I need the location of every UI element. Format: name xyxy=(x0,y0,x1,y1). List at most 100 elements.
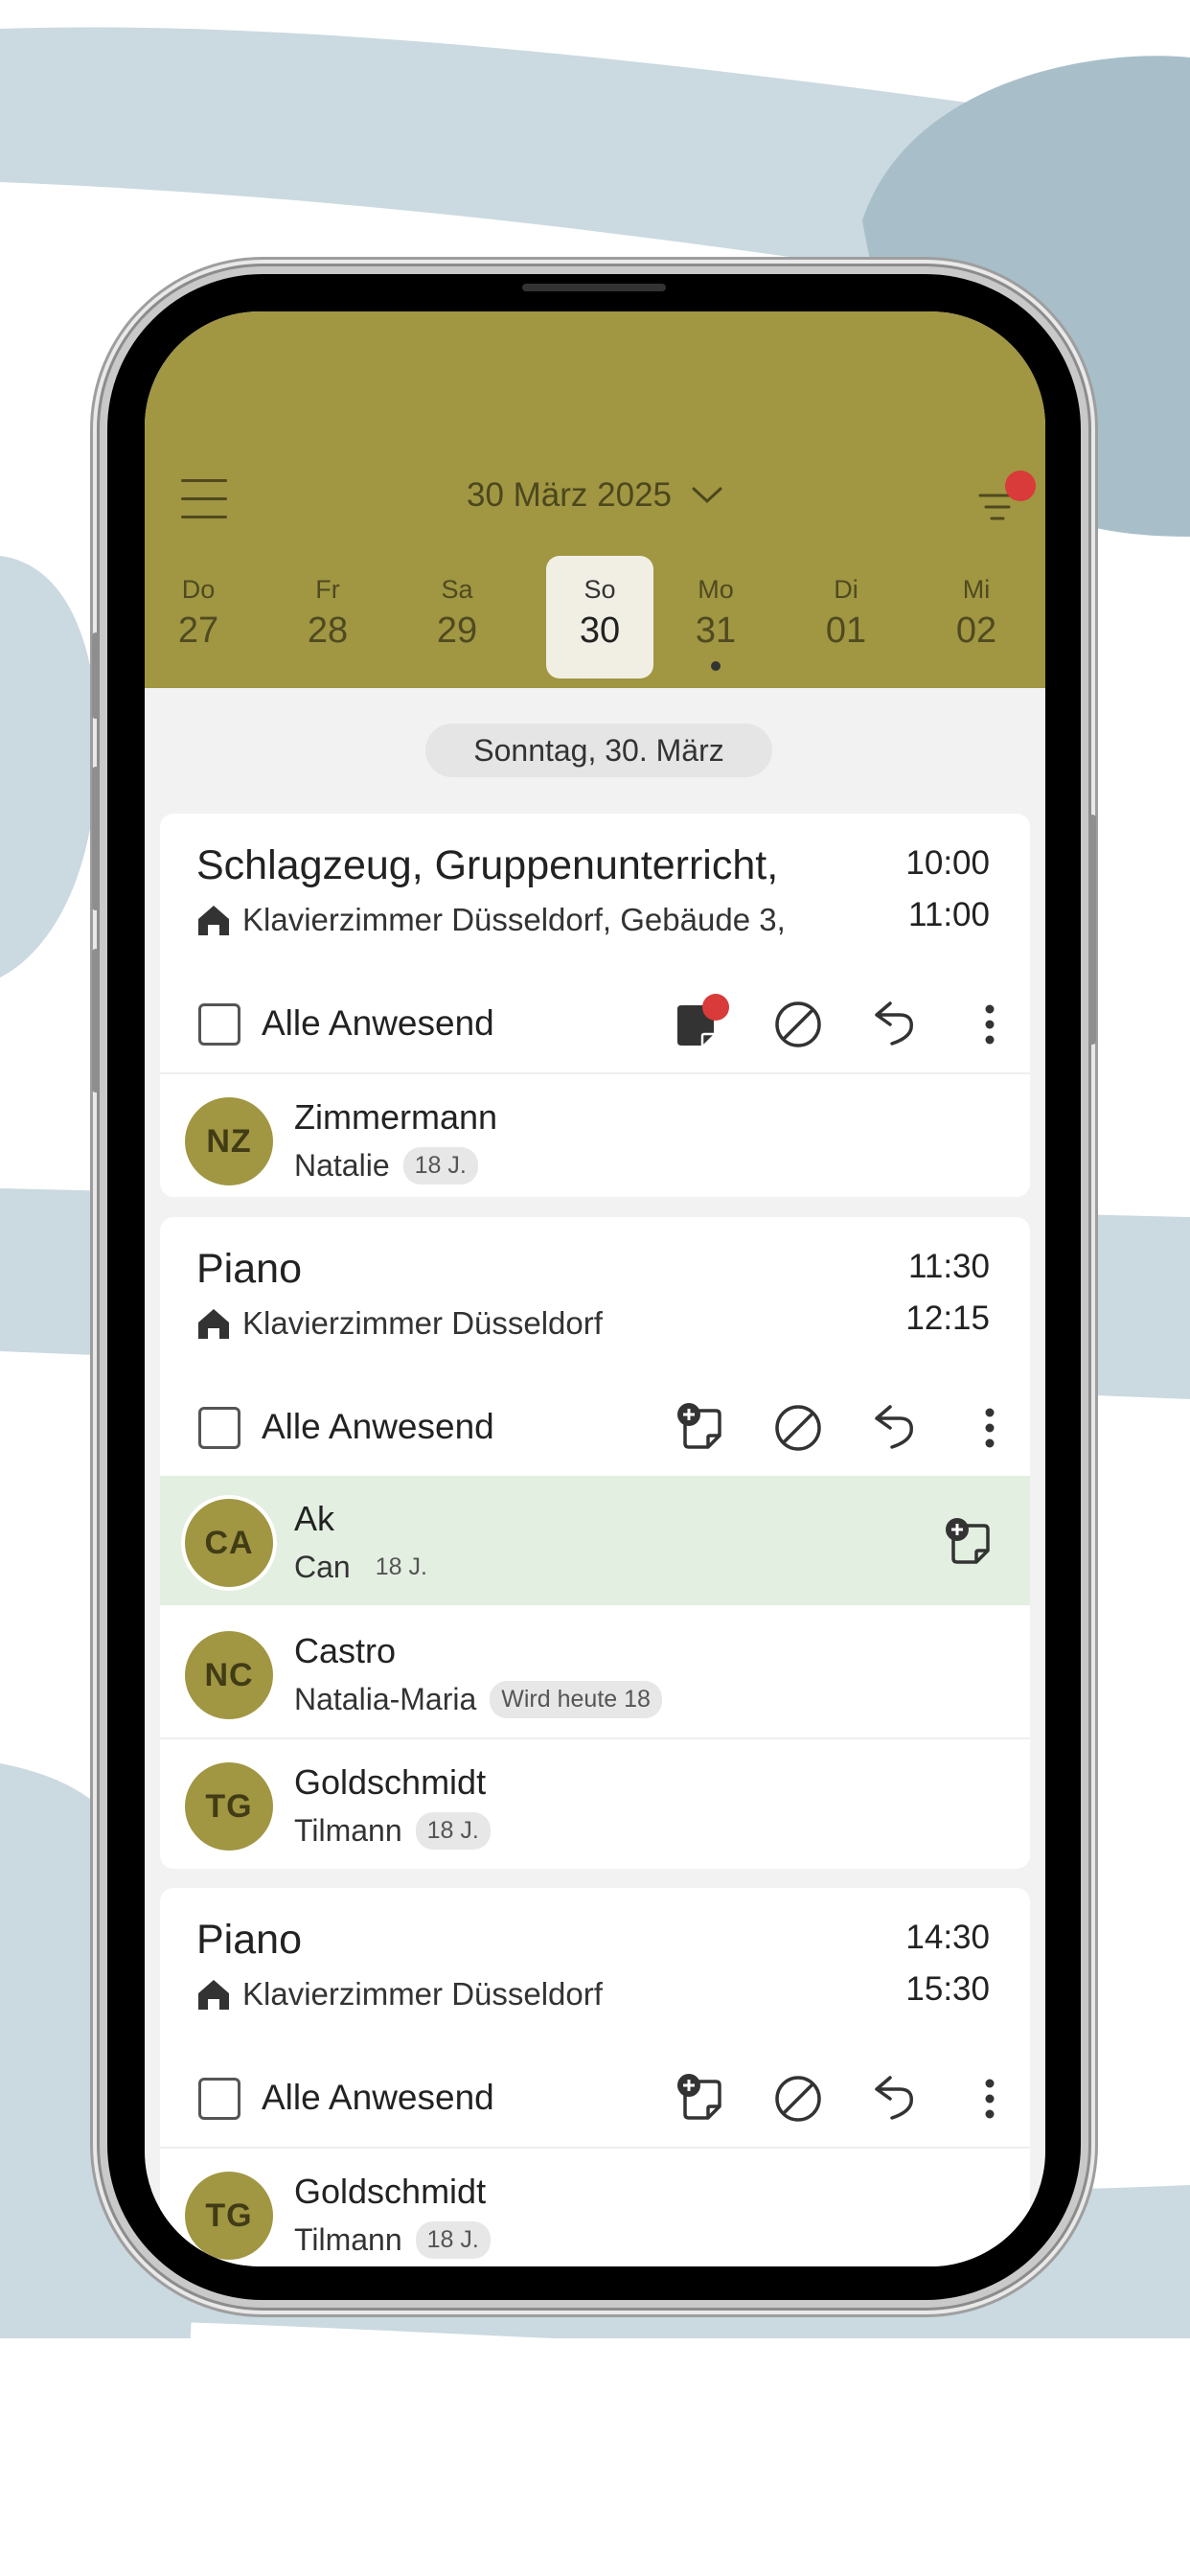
add-note-button[interactable] xyxy=(672,1397,733,1459)
cancel-button[interactable] xyxy=(767,1397,829,1459)
undo-icon xyxy=(875,1405,913,1449)
filter-button[interactable] xyxy=(976,471,1040,528)
avatar: NC xyxy=(185,1631,273,1719)
undo-icon xyxy=(875,1001,913,1046)
day-name: So xyxy=(584,575,616,604)
day-number: 29 xyxy=(436,610,478,651)
student-row[interactable]: NC Castro Natalia-Maria Wird heute 18 xyxy=(160,1608,1030,1737)
student-first-name: Natalia-Maria xyxy=(294,1682,477,1716)
student-row[interactable]: TG Goldschmidt Tilmann 18 J. xyxy=(160,1739,1030,1869)
day-sun-selected[interactable]: So 30 xyxy=(546,556,653,678)
day-number: 30 xyxy=(579,610,621,651)
home-icon xyxy=(198,1980,229,2010)
side-button xyxy=(92,632,100,719)
avatar: CA xyxy=(185,1499,273,1587)
all-present-checkbox[interactable] xyxy=(198,2078,240,2120)
student-first-name-line: Tilmann 18 J. xyxy=(294,2221,491,2259)
all-present-label: Alle Anwesend xyxy=(262,1407,494,1446)
lesson-title: Piano xyxy=(196,1246,302,1292)
day-wed[interactable]: Mi 02 xyxy=(923,556,1030,678)
lesson-card: Piano Klavierzimmer Düsseldorf 14:30 15:… xyxy=(160,1888,1030,2266)
day-name: Sa xyxy=(441,575,473,604)
room-label: Klavierzimmer Düsseldorf xyxy=(242,1976,603,2012)
day-tue[interactable]: Di 01 xyxy=(792,556,900,678)
add-note-icon xyxy=(677,1403,721,1449)
chevron-down-icon xyxy=(692,487,722,504)
lesson-actions: Alle Anwesend xyxy=(160,2041,1030,2147)
day-number: 02 xyxy=(955,610,997,651)
cancel-icon xyxy=(775,1405,821,1451)
day-thu[interactable]: Do 27 xyxy=(145,556,252,678)
student-last-name: Castro xyxy=(294,1631,397,1670)
month-label: 30 März 2025 xyxy=(466,476,673,514)
lesson-actions: Alle Anwesend xyxy=(160,1370,1030,1476)
add-note-button[interactable] xyxy=(672,2068,733,2129)
week-strip: Do 27 Fr 28 Sa 29 So 30 Mo 31 Di 01 Mi 0… xyxy=(145,556,1045,680)
more-options-button[interactable] xyxy=(959,2068,1020,2129)
lesson-room: Klavierzimmer Düsseldorf xyxy=(196,1976,603,2012)
end-time: 15:30 xyxy=(905,1970,990,2008)
all-present-checkbox[interactable] xyxy=(198,1407,240,1449)
start-time: 10:00 xyxy=(905,844,990,882)
student-first-name: Tilmann xyxy=(294,2222,402,2257)
undo-button[interactable] xyxy=(863,1397,925,1459)
student-row[interactable]: TG Goldschmidt Tilmann 18 J. xyxy=(160,2149,1030,2266)
birthday-badge: Wird heute 18 xyxy=(490,1681,662,1718)
day-name: Do xyxy=(181,575,216,604)
home-icon xyxy=(198,906,229,935)
student-first-name-line: Natalia-Maria Wird heute 18 xyxy=(294,1681,662,1718)
more-options-button[interactable] xyxy=(959,994,1020,1055)
all-present-label: Alle Anwesend xyxy=(262,1003,494,1043)
cancel-button[interactable] xyxy=(767,994,829,1055)
student-row[interactable]: NZ Zimmermann Natalie 18 J. xyxy=(160,1074,1030,1197)
student-first-name: Can xyxy=(294,1550,351,1584)
undo-button[interactable] xyxy=(863,994,925,1055)
day-mon[interactable]: Mo 31 xyxy=(662,556,769,678)
day-number: 01 xyxy=(825,610,867,651)
note-filled-icon xyxy=(677,994,729,1046)
home-icon xyxy=(198,1309,229,1339)
day-name: Mi xyxy=(962,575,991,604)
start-time: 11:30 xyxy=(908,1248,990,1285)
volume-down-button xyxy=(92,949,100,1092)
age-badge: 18 J. xyxy=(415,2221,491,2259)
power-button xyxy=(1088,815,1096,1045)
undo-icon xyxy=(875,2076,913,2120)
undo-button[interactable] xyxy=(863,2068,925,2129)
more-vertical-icon xyxy=(985,1408,995,1448)
lesson-title: Piano xyxy=(196,1917,302,1963)
lesson-room: Klavierzimmer Düsseldorf, Gebäude 3, xyxy=(196,902,786,938)
day-name: Fr xyxy=(315,575,340,604)
volume-up-button xyxy=(92,767,100,910)
start-time: 14:30 xyxy=(905,1919,990,1956)
student-last-name: Goldschmidt xyxy=(294,2172,487,2211)
all-present-checkbox[interactable] xyxy=(198,1003,240,1046)
student-last-name: Goldschmidt xyxy=(294,1762,487,1802)
day-name: Mo xyxy=(698,575,734,604)
student-last-name: Zimmermann xyxy=(294,1097,498,1137)
lesson-actions: Alle Anwesend xyxy=(160,967,1030,1072)
avatar: TG xyxy=(185,2172,273,2260)
day-number: 27 xyxy=(177,610,219,651)
cancel-icon xyxy=(775,1001,821,1047)
day-sat[interactable]: Sa 29 xyxy=(403,556,511,678)
student-last-name: Ak xyxy=(294,1499,335,1538)
more-options-button[interactable] xyxy=(959,1397,1020,1459)
cancel-button[interactable] xyxy=(767,2068,829,2129)
month-dropdown[interactable]: 30 März 2025 xyxy=(467,476,723,515)
student-first-name: Tilmann xyxy=(294,1813,402,1848)
speaker-grille xyxy=(522,284,666,291)
avatar: TG xyxy=(185,1762,273,1851)
student-row-highlighted[interactable]: CA Ak Can 18 J. xyxy=(160,1476,1030,1605)
student-first-name-line: Tilmann 18 J. xyxy=(294,1812,491,1850)
student-first-name-line: Natalie 18 J. xyxy=(294,1147,478,1184)
add-note-icon xyxy=(946,1518,990,1564)
age-badge: 18 J. xyxy=(375,1553,427,1580)
note-button[interactable] xyxy=(672,994,733,1055)
avatar: NZ xyxy=(185,1097,273,1185)
lesson-card: Piano Klavierzimmer Düsseldorf 11:30 12:… xyxy=(160,1217,1030,1869)
day-heading: Sonntag, 30. März xyxy=(425,724,772,777)
student-add-note-button[interactable] xyxy=(940,1512,1001,1574)
student-first-name: Natalie xyxy=(294,1148,390,1183)
day-fri[interactable]: Fr 28 xyxy=(274,556,381,678)
